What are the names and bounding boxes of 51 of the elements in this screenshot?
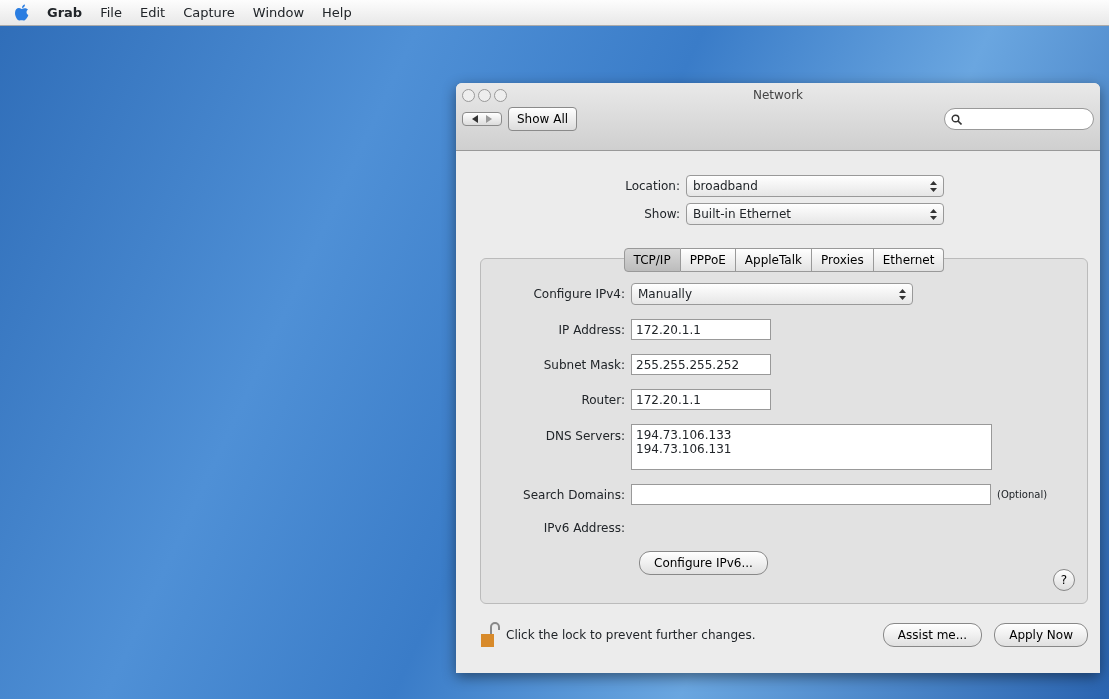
text-field[interactable]: 172.20.1.1: [631, 389, 771, 410]
field-label: Search Domains:: [522, 486, 626, 504]
field-label: DNS Servers:: [544, 428, 626, 445]
text-field[interactable]: 255.255.255.252: [631, 354, 771, 375]
updown-arrows-icon: [899, 288, 906, 300]
menu-item[interactable]: Grab: [47, 2, 83, 23]
field-label: Router:: [580, 391, 626, 409]
menu-item[interactable]: Help: [322, 2, 352, 23]
help-button[interactable]: ?: [1053, 569, 1075, 591]
dropdown[interactable]: broadband: [686, 175, 944, 197]
dropdown[interactable]: Manually: [631, 283, 913, 305]
configure-ipv6-button[interactable]: Configure IPv6...: [639, 551, 768, 575]
forward-arrow-icon: [485, 115, 493, 123]
optional-note: (Optional): [997, 488, 1048, 502]
field-label: Location:: [624, 178, 681, 195]
field-label: IPv6 Address:: [542, 520, 626, 537]
apple-logo-icon[interactable]: [14, 4, 29, 21]
back-arrow-icon: [471, 115, 479, 123]
updown-arrows-icon: [930, 208, 937, 220]
window-control[interactable]: [478, 89, 491, 102]
menu-item[interactable]: Window: [252, 2, 305, 23]
push-button[interactable]: Assist me...: [882, 623, 983, 647]
window-control[interactable]: [462, 89, 475, 102]
back-forward-button[interactable]: [462, 112, 502, 126]
text-field[interactable]: 172.20.1.1: [631, 319, 771, 340]
list-entry: 194.73.106.133: [636, 428, 733, 442]
search-icon: [951, 113, 962, 125]
dropdown[interactable]: Built-in Ethernet: [686, 203, 944, 225]
menu-item[interactable]: Edit: [139, 2, 166, 23]
updown-arrows-icon: [930, 180, 937, 192]
text-field[interactable]: [631, 484, 991, 505]
field-label: Configure IPv4:: [532, 286, 626, 303]
tab[interactable]: AppleTalk: [735, 248, 812, 272]
push-button[interactable]: Apply Now: [994, 623, 1088, 647]
dns-list-field[interactable]: 194.73.106.133 194.73.106.131: [631, 424, 992, 470]
show-all-button[interactable]: Show All: [508, 107, 578, 131]
window-title: Network: [752, 88, 804, 102]
field-label: Show:: [643, 206, 681, 223]
search-field[interactable]: [944, 108, 1094, 130]
tab[interactable]: Proxies: [812, 248, 874, 272]
menu-item[interactable]: File: [100, 2, 122, 23]
window-control[interactable]: [494, 89, 507, 102]
menu-item[interactable]: Capture: [183, 2, 235, 23]
field-label: Subnet Mask:: [542, 356, 626, 374]
list-entry: 194.73.106.131: [636, 442, 733, 456]
open-padlock-icon[interactable]: [480, 622, 500, 648]
field-label: IP Address:: [557, 321, 626, 339]
lock-message: Click the lock to prevent further changes.: [506, 627, 756, 644]
tab[interactable]: PPPoE: [680, 248, 736, 272]
tab[interactable]: Ethernet: [873, 248, 945, 272]
tab[interactable]: TCP/IP: [623, 248, 681, 272]
